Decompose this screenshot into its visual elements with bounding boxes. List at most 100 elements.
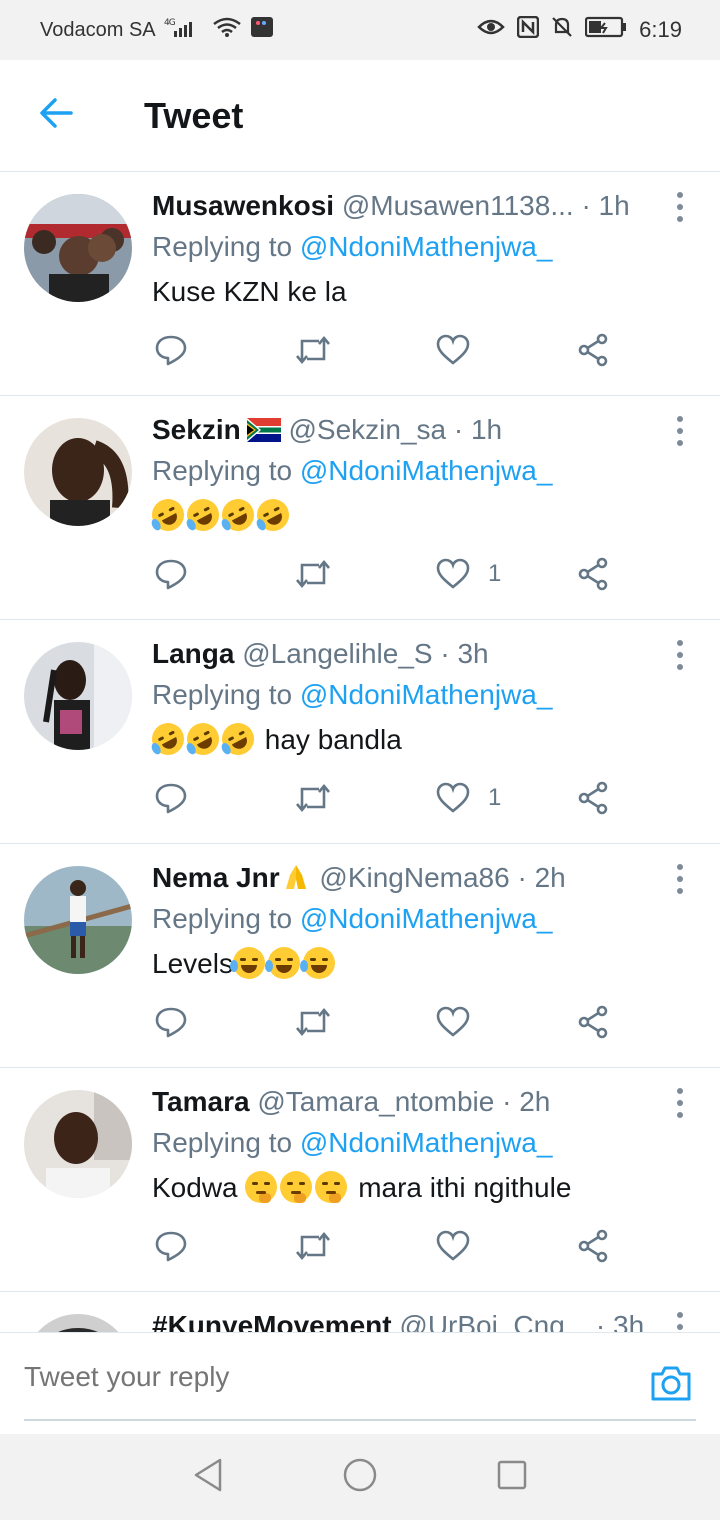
reply-tweet[interactable]: Nema Jnr @KingNema86 · 2h Replying to @N… xyxy=(0,844,720,1068)
replying-to-mention[interactable]: @NdoniMathenjwa_ xyxy=(300,903,553,934)
page-title: Tweet xyxy=(144,94,244,136)
tears-of-joy-emoji-icon xyxy=(299,947,335,979)
reply-tweet[interactable]: Musawenkosi @Musawen1138... · 1h Replyin… xyxy=(0,172,720,396)
replying-to-mention[interactable]: @NdoniMathenjwa_ xyxy=(300,1127,553,1158)
share-button[interactable] xyxy=(576,1226,610,1266)
retweet-button[interactable] xyxy=(294,554,332,594)
retweet-button[interactable] xyxy=(294,778,332,818)
avatar[interactable] xyxy=(24,418,132,526)
reply-tweet[interactable]: #KunyeMovement @UrBoi_Cng... · 3h xyxy=(0,1292,720,1332)
reply-tweet[interactable]: Tamara @Tamara_ntombie · 2h Replying to … xyxy=(0,1068,720,1292)
eye-icon xyxy=(477,17,505,43)
nav-recents-button[interactable] xyxy=(494,1459,530,1495)
share-button[interactable] xyxy=(576,1002,610,1042)
tweet-text: Kodwa mara ithi ngithule xyxy=(152,1170,664,1206)
tweet-actions: 1 xyxy=(152,554,632,594)
reply-input[interactable] xyxy=(24,1361,584,1393)
more-vertical-icon[interactable] xyxy=(670,864,690,894)
like-button[interactable]: 1 xyxy=(436,778,501,818)
share-button[interactable] xyxy=(576,554,610,594)
author-name[interactable]: Sekzin xyxy=(152,414,241,445)
rofl-emoji-icon xyxy=(216,493,260,537)
retweet-icon xyxy=(294,1005,332,1039)
tweet-time: · 3h xyxy=(595,1310,645,1332)
reply-button[interactable] xyxy=(154,554,188,594)
reply-button[interactable] xyxy=(154,778,188,818)
camera-icon xyxy=(650,1366,692,1407)
app-header: Tweet xyxy=(0,60,720,172)
author-handle[interactable]: @UrBoi_Cng... xyxy=(399,1310,588,1332)
thinking-emoji-icon xyxy=(315,1171,348,1203)
replying-to-mention[interactable]: @NdoniMathenjwa_ xyxy=(300,455,553,486)
replying-to-mention[interactable]: @NdoniMathenjwa_ xyxy=(300,231,553,262)
tweet-text: Kuse KZN ke la xyxy=(152,276,347,307)
more-vertical-icon[interactable] xyxy=(670,1088,690,1118)
share-button[interactable] xyxy=(576,330,610,370)
status-bar: Vodacom SA 4G 6:19 xyxy=(0,0,720,60)
author-handle[interactable]: @Sekzin_sa xyxy=(288,414,446,445)
reply-icon xyxy=(154,333,188,367)
replying-to-mention[interactable]: @NdoniMathenjwa_ xyxy=(300,679,553,710)
author-name[interactable]: Langa xyxy=(152,638,234,669)
rofl-emoji-icon xyxy=(216,717,260,761)
like-button[interactable] xyxy=(436,1002,488,1042)
retweet-button[interactable] xyxy=(294,330,332,370)
reply-icon xyxy=(154,781,188,815)
replying-label: Replying to xyxy=(152,1127,293,1158)
tweet-text xyxy=(146,493,664,537)
author-name[interactable]: Musawenkosi xyxy=(152,190,334,221)
author-name[interactable]: Tamara xyxy=(152,1086,250,1117)
like-button[interactable] xyxy=(436,330,488,370)
reply-icon xyxy=(154,1005,188,1039)
more-vertical-icon[interactable] xyxy=(670,416,690,446)
like-button[interactable]: 1 xyxy=(436,554,501,594)
thinking-emoji-icon xyxy=(245,1171,278,1203)
author-name[interactable]: Nema Jnr xyxy=(152,862,280,893)
tweet-text-after: mara ithi ngithule xyxy=(358,1172,572,1203)
replies-feed[interactable]: Musawenkosi @Musawen1138... · 1h Replyin… xyxy=(0,172,720,1332)
nav-back-button[interactable] xyxy=(190,1458,226,1495)
retweet-button[interactable] xyxy=(294,1226,332,1266)
more-vertical-icon[interactable] xyxy=(670,640,690,670)
tweet-time: · 2h xyxy=(502,1086,551,1117)
author-handle[interactable]: @KingNema86 xyxy=(319,862,509,893)
avatar[interactable] xyxy=(24,194,132,302)
more-vertical-icon[interactable] xyxy=(670,1312,690,1332)
avatar[interactable] xyxy=(24,1090,132,1198)
back-button[interactable] xyxy=(0,60,112,172)
more-vertical-icon[interactable] xyxy=(670,192,690,222)
nav-home-button[interactable] xyxy=(342,1458,378,1495)
heart-icon xyxy=(436,334,470,366)
wifi-icon xyxy=(212,16,242,44)
rofl-emoji-icon xyxy=(146,717,190,761)
like-button[interactable] xyxy=(436,1226,488,1266)
rofl-emoji-icon xyxy=(181,717,225,761)
replying-label: Replying to xyxy=(152,455,293,486)
tweet-time: · 2h xyxy=(517,862,566,893)
share-button[interactable] xyxy=(576,778,610,818)
reply-button[interactable] xyxy=(154,330,188,370)
reply-button[interactable] xyxy=(154,1002,188,1042)
replying-label: Replying to xyxy=(152,903,293,934)
replying-label: Replying to xyxy=(152,231,293,262)
author-handle[interactable]: @Tamara_ntombie xyxy=(257,1086,494,1117)
avatar[interactable] xyxy=(24,1314,132,1332)
reply-tweet[interactable]: Langa @Langelihle_S · 3h Replying to @Nd… xyxy=(0,620,720,844)
tears-of-joy-emoji-icon xyxy=(264,947,300,979)
mute-bell-icon xyxy=(551,16,573,44)
reply-tweet[interactable]: Sekzin @Sekzin_sa · 1h Replying to @Ndon… xyxy=(0,396,720,620)
tweet-text: hay bandla xyxy=(146,717,664,761)
tweet-text-body: hay bandla xyxy=(264,724,402,755)
retweet-button[interactable] xyxy=(294,1002,332,1042)
app-notification-icon xyxy=(250,16,274,44)
camera-button[interactable] xyxy=(650,1363,692,1403)
avatar[interactable] xyxy=(24,866,132,974)
rofl-emoji-icon xyxy=(146,493,190,537)
reply-button[interactable] xyxy=(154,1226,188,1266)
arrow-left-icon xyxy=(38,97,74,134)
avatar[interactable] xyxy=(24,642,132,750)
author-handle[interactable]: @Langelihle_S xyxy=(242,638,432,669)
author-handle[interactable]: @Musawen1138... xyxy=(342,190,574,221)
folded-hands-emoji-icon xyxy=(280,861,312,893)
author-name[interactable]: #KunyeMovement xyxy=(152,1310,392,1332)
